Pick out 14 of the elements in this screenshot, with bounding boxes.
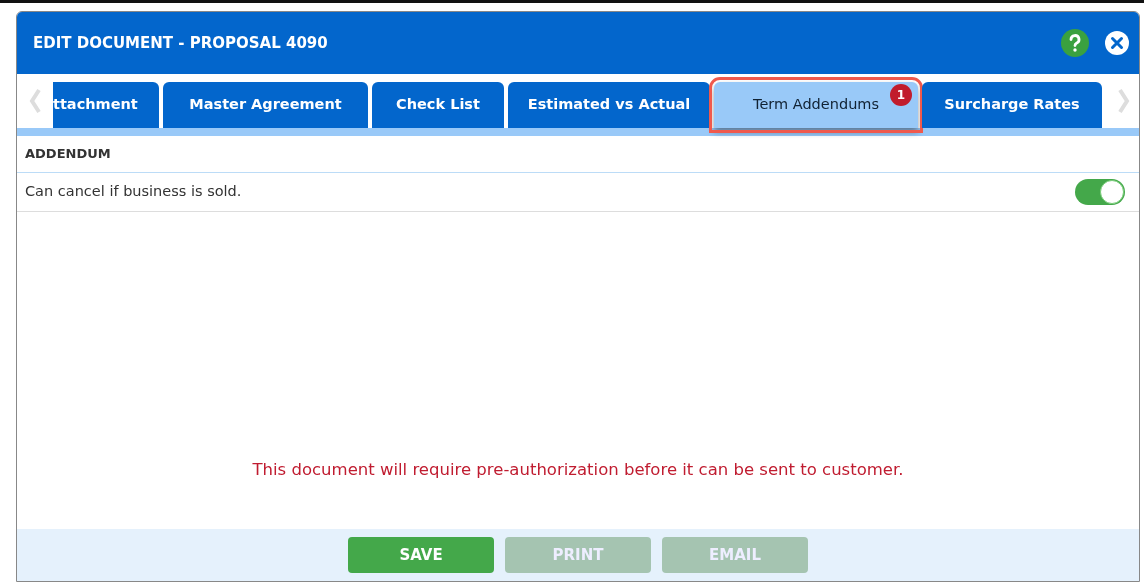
toggle-switch[interactable] (1075, 178, 1125, 205)
tab[interactable]: Surcharge Rates (922, 82, 1102, 128)
count-badge: 1 (890, 84, 912, 106)
section-heading: ADDENDUM (17, 136, 1139, 173)
tab[interactable]: ttachment (53, 82, 159, 128)
help-icon[interactable] (1061, 29, 1089, 57)
window-title: EDIT DOCUMENT - PROPOSAL 4090 (33, 32, 328, 54)
tab[interactable]: Estimated vs Actual (508, 82, 710, 128)
close-icon[interactable] (1105, 31, 1129, 55)
tab[interactable]: Master Agreement (163, 82, 368, 128)
tab[interactable]: Check List (372, 82, 504, 128)
row-label: Can cancel if business is sold. (25, 181, 242, 201)
notice-text: This document will require pre-authorization before it can be sent to customer. (251, 459, 905, 482)
action-button[interactable]: SAVE (348, 537, 494, 573)
